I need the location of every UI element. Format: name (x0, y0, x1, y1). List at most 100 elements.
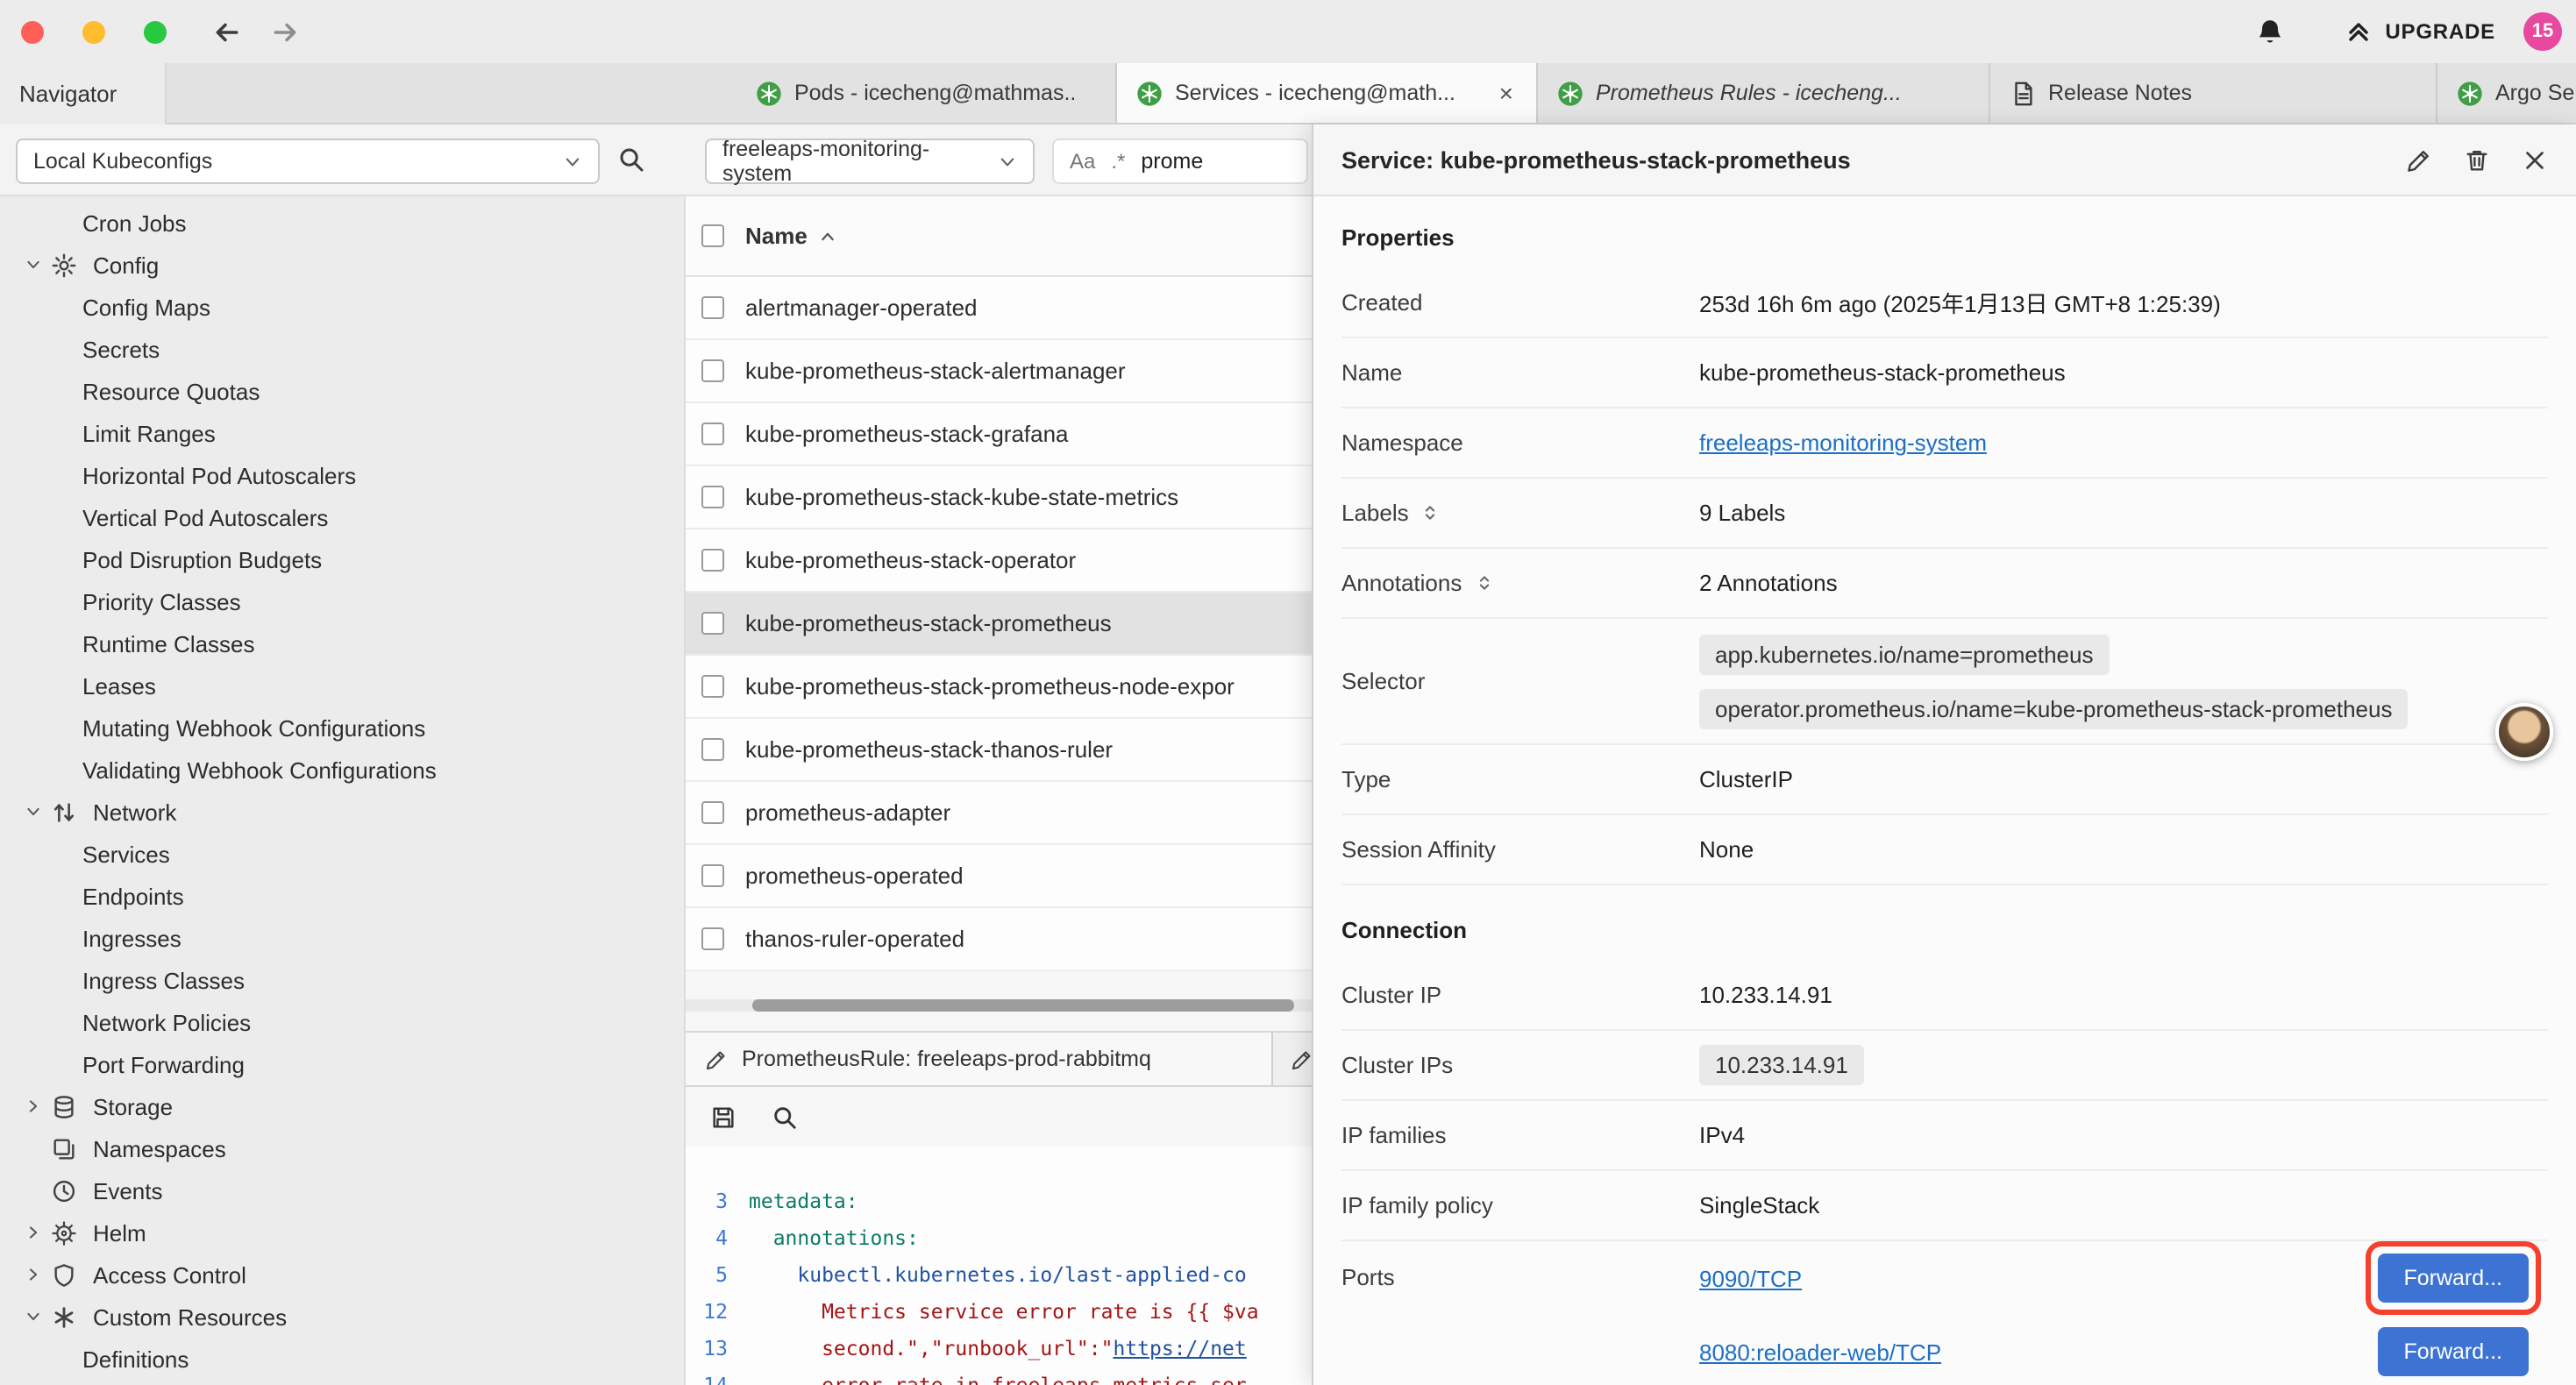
navigator-search-icon[interactable] (617, 146, 645, 174)
close-icon[interactable] (2522, 146, 2548, 173)
sidebar-item[interactable]: Config Maps (0, 286, 684, 328)
forward-button[interactable]: Forward... (2377, 1254, 2529, 1303)
forward-button[interactable]: Forward... (2377, 1327, 2529, 1376)
forward-icon[interactable] (270, 17, 300, 46)
tree-expander-icon[interactable] (21, 256, 46, 273)
sidebar-item[interactable]: Leases (0, 664, 684, 707)
tree-item-icon (49, 799, 79, 825)
sidebar-item[interactable]: Horizontal Pod Autoscalers (0, 454, 684, 496)
sidebar-item[interactable]: Port Forwarding (0, 1043, 684, 1085)
horizontal-scrollbar-track (686, 999, 1312, 1012)
cluster-tab[interactable]: Prometheus Rules - icecheng... (1538, 63, 1990, 123)
row-checkbox[interactable] (701, 486, 724, 508)
table-row[interactable]: kube-prometheus-stack-thanos-ruler (686, 719, 1312, 782)
notifications-bell-icon[interactable] (2255, 17, 2285, 46)
close-window-button[interactable] (21, 20, 44, 43)
sidebar-item[interactable]: Ingress Classes (0, 959, 684, 1001)
tree-expander-icon[interactable] (21, 1097, 46, 1115)
sidebar-item[interactable]: Secrets (0, 328, 684, 370)
back-icon[interactable] (212, 17, 242, 46)
row-checkbox[interactable] (701, 864, 724, 887)
avatar[interactable] (2495, 703, 2553, 761)
upgrade-button[interactable]: UPGRADE (2345, 18, 2495, 46)
zoom-window-button[interactable] (144, 20, 167, 43)
table-row[interactable]: kube-prometheus-stack-prometheus-node-ex… (686, 656, 1312, 719)
sidebar-item[interactable]: Mutating Webhook Configurations (0, 707, 684, 749)
sidebar-item[interactable]: Validating Webhook Configurations (0, 749, 684, 791)
kubeconfig-selector[interactable]: Local Kubeconfigs (16, 138, 600, 184)
sidebar-item[interactable]: Vertical Pod Autoscalers (0, 496, 684, 538)
editor-search-icon[interactable] (772, 1104, 798, 1130)
table-row[interactable]: kube-prometheus-stack-grafana (686, 403, 1312, 466)
name-column-header[interactable]: Name (745, 223, 837, 249)
tab-close-icon[interactable]: × (1496, 79, 1517, 107)
cluster-tab[interactable]: Services - icecheng@math... × (1117, 63, 1538, 123)
property-row-ports: Ports 9090/TCP Forward... 8080:reloader-… (1341, 1241, 2548, 1385)
cluster-tab[interactable]: Argo Se (2437, 63, 2576, 123)
dock-tab-partial[interactable] (1273, 1033, 1312, 1085)
row-checkbox[interactable] (701, 612, 724, 635)
sidebar-item[interactable]: Network Policies (0, 1001, 684, 1043)
sidebar-item[interactable]: Resource Quotas (0, 370, 684, 412)
row-checkbox[interactable] (701, 801, 724, 824)
sidebar-item[interactable]: Pod Disruption Budgets (0, 538, 684, 580)
row-checkbox[interactable] (701, 423, 724, 445)
cluster-tab[interactable]: Pods - icecheng@mathmas... (737, 63, 1117, 123)
delete-trash-icon[interactable] (2464, 146, 2490, 173)
table-row[interactable]: alertmanager-operated (686, 277, 1312, 340)
match-case-toggle[interactable]: Aa (1070, 149, 1095, 174)
sidebar-item[interactable]: Access Control (0, 1254, 684, 1296)
save-icon[interactable] (710, 1104, 737, 1130)
regex-toggle[interactable]: .* (1111, 149, 1125, 174)
sidebar-item[interactable]: Network (0, 791, 684, 833)
tree-expander-icon[interactable] (21, 803, 46, 820)
horizontal-scrollbar-thumb[interactable] (752, 999, 1294, 1012)
sidebar-item[interactable]: Runtime Classes (0, 622, 684, 664)
sidebar-item[interactable]: Namespaces (0, 1127, 684, 1169)
sidebar-item[interactable]: Cron Jobs (0, 202, 684, 244)
sidebar-item[interactable]: Limit Ranges (0, 412, 684, 454)
table-row[interactable]: kube-prometheus-stack-alertmanager (686, 340, 1312, 403)
sidebar-item[interactable]: Storage (0, 1085, 684, 1127)
port-link[interactable]: 9090/TCP (1699, 1265, 1802, 1291)
row-checkbox[interactable] (701, 549, 724, 572)
row-checkbox[interactable] (701, 927, 724, 950)
cluster-tab[interactable]: Release Notes (1990, 63, 2437, 123)
cluster-tab-icon (756, 80, 782, 106)
edit-pencil-icon[interactable] (2406, 146, 2432, 173)
sidebar-item[interactable]: Ingresses (0, 917, 684, 959)
row-checkbox[interactable] (701, 738, 724, 761)
namespace-link[interactable]: freeleaps-monitoring-system (1699, 430, 1987, 456)
sidebar-item[interactable]: Custom Resources (0, 1296, 684, 1338)
sidebar-item[interactable]: Config (0, 244, 684, 286)
code-line: 13 second.","runbook_url":" https://net (686, 1329, 1312, 1366)
namespace-selector[interactable]: freeleaps-monitoring-system (705, 138, 1035, 184)
table-row[interactable]: prometheus-operated (686, 845, 1312, 908)
select-all-checkbox[interactable] (701, 224, 724, 247)
list-search-input[interactable]: Aa .* prome (1052, 138, 1308, 184)
table-row[interactable]: prometheus-adapter (686, 782, 1312, 845)
expand-collapse-icon[interactable] (1474, 573, 1493, 593)
table-row[interactable]: thanos-ruler-operated (686, 908, 1312, 971)
tree-expander-icon[interactable] (21, 1224, 46, 1241)
dock-tab-active[interactable]: PrometheusRule: freeleaps-prod-rabbitmq (686, 1033, 1273, 1085)
sidebar-item[interactable]: Events (0, 1169, 684, 1211)
row-checkbox[interactable] (701, 675, 724, 698)
sidebar-item[interactable]: Endpoints (0, 875, 684, 917)
tree-expander-icon[interactable] (21, 1308, 46, 1325)
minimize-window-button[interactable] (82, 20, 105, 43)
sidebar-item[interactable]: Priority Classes (0, 580, 684, 622)
row-checkbox[interactable] (701, 296, 724, 319)
tree-expander-icon[interactable] (21, 1266, 46, 1283)
sidebar-item[interactable]: Helm (0, 1211, 684, 1254)
table-row[interactable]: kube-prometheus-stack-prometheus (686, 593, 1312, 656)
sidebar-item[interactable]: Definitions (0, 1338, 684, 1380)
yaml-editor[interactable]: 3 metadata: 4 annotations: 5 kubectl.kub… (686, 1147, 1312, 1385)
port-link[interactable]: 8080:reloader-web/TCP (1699, 1339, 1941, 1365)
row-checkbox[interactable] (701, 359, 724, 382)
table-row[interactable]: kube-prometheus-stack-kube-state-metrics (686, 466, 1312, 529)
table-row[interactable]: kube-prometheus-stack-operator (686, 529, 1312, 593)
sidebar-item[interactable]: Services (0, 833, 684, 875)
notification-count-badge[interactable]: 15 (2523, 12, 2562, 51)
expand-collapse-icon[interactable] (1421, 503, 1441, 522)
